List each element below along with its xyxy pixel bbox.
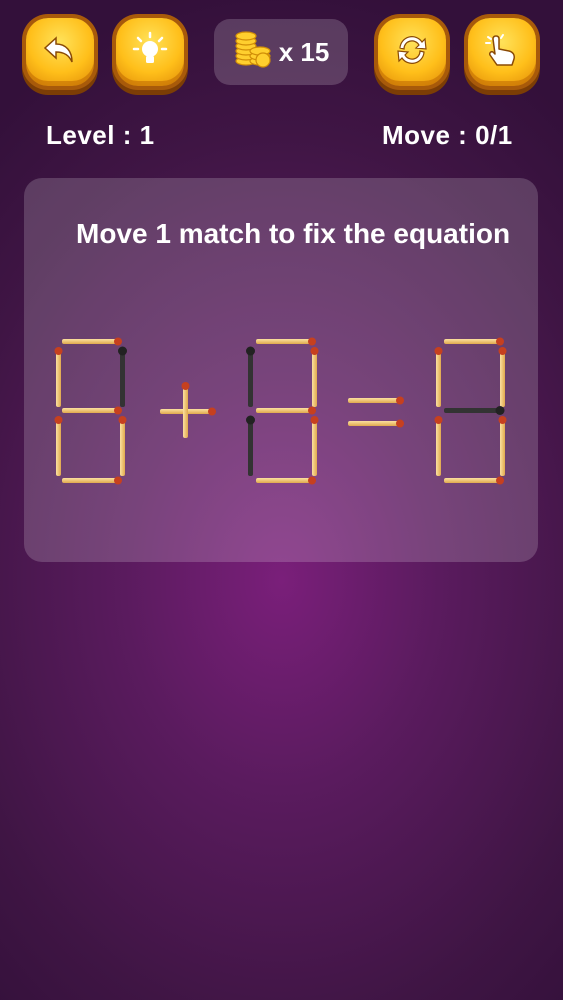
match-bottom[interactable] <box>444 476 504 485</box>
match-upper-left[interactable] <box>434 347 443 407</box>
coin-counter: x 15 <box>214 19 348 85</box>
match-upper-left[interactable] <box>54 347 63 407</box>
match-lower-right[interactable] <box>498 416 507 476</box>
move-counter: Move : 0/1 <box>382 120 513 150</box>
match-top[interactable] <box>444 337 504 346</box>
hand-pointer-icon <box>482 30 522 75</box>
coin-stack-icon <box>233 29 273 76</box>
matchstick-board <box>54 337 507 485</box>
restart-button[interactable] <box>378 18 446 86</box>
match-bottom[interactable] <box>256 476 316 485</box>
match-lower-left[interactable] <box>434 416 443 476</box>
back-button[interactable] <box>26 18 94 86</box>
match-equals-bottom[interactable] <box>348 419 404 428</box>
digit-8-middle <box>246 337 319 485</box>
digit-8-left <box>54 337 127 485</box>
match-bottom[interactable] <box>62 476 122 485</box>
match-upper-right[interactable] <box>310 347 319 407</box>
match-upper-right-burnt[interactable] <box>118 346 127 408</box>
match-upper-right[interactable] <box>498 347 507 407</box>
tap-hint-button[interactable] <box>468 18 536 86</box>
level-label: Level : 1 <box>46 120 155 150</box>
digit-8-right <box>434 337 507 485</box>
match-middle[interactable] <box>62 406 122 415</box>
match-lower-left-burnt[interactable] <box>246 415 255 477</box>
match-lower-left[interactable] <box>54 416 63 476</box>
match-lower-right[interactable] <box>310 416 319 476</box>
refresh-icon <box>392 30 432 75</box>
match-middle-burnt[interactable] <box>444 406 505 415</box>
match-upper-left-burnt[interactable] <box>246 346 255 408</box>
plus-sign <box>160 382 216 438</box>
match-lower-right[interactable] <box>118 416 127 476</box>
match-equals-top[interactable] <box>348 396 404 405</box>
coin-count: x 15 <box>278 36 330 67</box>
lightbulb-icon <box>130 30 170 75</box>
match-top[interactable] <box>62 337 122 346</box>
equals-sign <box>348 396 404 428</box>
match-middle[interactable] <box>256 406 316 415</box>
undo-arrow-icon <box>40 30 80 75</box>
match-top[interactable] <box>256 337 316 346</box>
puzzle-panel: Move 1 match to fix the equation <box>24 178 538 562</box>
hint-button[interactable] <box>116 18 184 86</box>
